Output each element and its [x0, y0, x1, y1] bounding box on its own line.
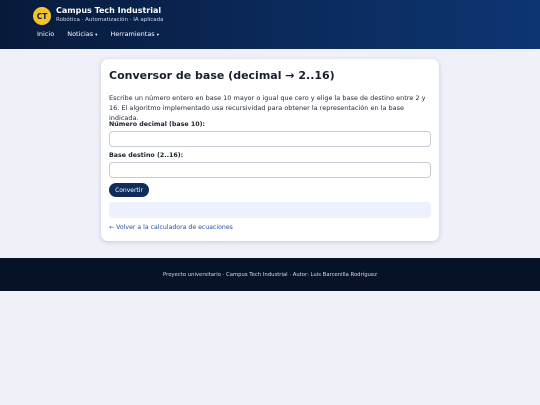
- nav-item-label: Herramientas: [110, 30, 155, 38]
- back-to-equations-link[interactable]: ← Volver a la calculadora de ecuaciones: [109, 224, 233, 231]
- site-tagline: Robótica · Automatización · IA aplicada: [56, 17, 164, 23]
- convert-button[interactable]: Convertir: [109, 183, 149, 197]
- description-text: Escribe un número entero en base 10 mayo…: [109, 94, 426, 122]
- site-footer: Proyecto universitario · Campus Tech Ind…: [0, 258, 540, 291]
- site-title[interactable]: Campus Tech Industrial: [56, 6, 161, 15]
- nav-item-herramientas[interactable]: Herramientas ▾: [110, 30, 159, 38]
- logo-badge[interactable]: CT: [33, 7, 51, 25]
- nav-item-label: Noticias: [67, 30, 94, 38]
- site-header: CT Campus Tech Industrial Robótica · Aut…: [0, 0, 540, 49]
- result-box: [109, 202, 431, 218]
- decimal-field-label: Número decimal (base 10):: [109, 121, 206, 128]
- main-nav: Inicio Noticias ▾ Herramientas ▾: [37, 30, 172, 38]
- target-base-input[interactable]: [109, 162, 431, 178]
- nav-item-noticias[interactable]: Noticias ▾: [67, 30, 97, 38]
- nav-item-label: Inicio: [37, 30, 55, 38]
- decimal-number-input[interactable]: [109, 131, 431, 147]
- base-field-label: Base destino (2..16):: [109, 152, 184, 159]
- chevron-down-icon: ▾: [156, 33, 159, 38]
- converter-card: Conversor de base (decimal → 2..16) Escr…: [101, 59, 439, 241]
- page-title: Conversor de base (decimal → 2..16): [109, 69, 335, 82]
- footer-text: Proyecto universitario · Campus Tech Ind…: [163, 271, 377, 278]
- nav-item-inicio[interactable]: Inicio: [37, 30, 54, 38]
- chevron-down-icon: ▾: [95, 33, 98, 38]
